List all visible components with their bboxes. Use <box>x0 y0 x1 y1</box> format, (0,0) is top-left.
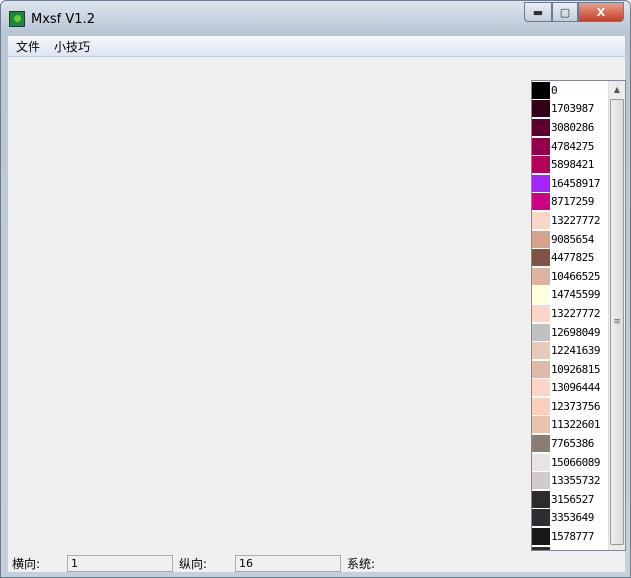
menu-bar: 文件 小技巧 <box>8 36 625 57</box>
color-value: 10466525 <box>551 269 600 283</box>
color-swatch <box>532 379 550 397</box>
scrollbar[interactable]: ▲ ≡ <box>608 81 625 550</box>
color-value: 5898421 <box>551 158 594 172</box>
maximize-button[interactable]: ▢ <box>552 2 578 22</box>
color-swatch <box>532 453 550 471</box>
menu-file[interactable]: 文件 <box>16 38 40 55</box>
color-swatch <box>532 193 550 211</box>
color-value: 16458917 <box>551 176 600 190</box>
color-value: 12241639 <box>551 344 600 358</box>
color-swatch <box>532 118 550 136</box>
minimize-button[interactable]: ▬ <box>524 2 552 22</box>
app-icon <box>9 11 25 27</box>
color-swatch <box>532 342 550 360</box>
color-value: 13355732 <box>551 474 600 488</box>
color-value: 11322601 <box>551 418 600 432</box>
system-label: 系统: <box>347 556 376 571</box>
scroll-thumb[interactable]: ≡ <box>610 99 624 545</box>
color-value: 3222319 <box>551 549 594 550</box>
color-swatch <box>532 267 550 285</box>
color-swatch <box>532 137 550 155</box>
color-value: 3080286 <box>551 120 594 134</box>
color-swatch <box>532 360 550 378</box>
color-value: 1703987 <box>551 102 594 116</box>
color-value: 3156527 <box>551 492 594 506</box>
color-swatch <box>532 211 550 229</box>
horizontal-field[interactable]: 1 <box>67 554 173 572</box>
color-value: 3353649 <box>551 511 594 525</box>
vertical-label: 纵向: <box>179 556 208 571</box>
color-swatch <box>532 509 550 527</box>
color-swatch <box>532 304 550 322</box>
color-swatch <box>532 472 550 490</box>
color-value: 14745599 <box>551 288 600 302</box>
window-title: Mxsf V1.2 <box>31 11 95 27</box>
status-bar: 横向: 1 纵向: 16 系统: <box>8 554 625 572</box>
color-swatch <box>532 397 550 415</box>
color-value: 9085654 <box>551 232 594 246</box>
title-bar: Mxsf V1.2 <box>9 9 95 29</box>
color-value: 13227772 <box>551 213 600 227</box>
color-swatch <box>532 323 550 341</box>
color-value: 12698049 <box>551 325 600 339</box>
color-swatch <box>532 546 550 550</box>
color-swatch <box>532 286 550 304</box>
color-value: 4477825 <box>551 251 594 265</box>
color-swatch <box>532 249 550 267</box>
scroll-up-icon[interactable]: ▲ <box>609 81 625 98</box>
color-value: 7765386 <box>551 437 594 451</box>
color-value: 12373756 <box>551 399 600 413</box>
color-value: 10926815 <box>551 362 600 376</box>
color-swatch <box>532 435 550 453</box>
close-button[interactable]: X <box>578 2 624 22</box>
color-value: 8717259 <box>551 195 594 209</box>
color-swatch <box>532 100 550 118</box>
color-value: 1578777 <box>551 530 594 544</box>
app-window: Mxsf V1.2 ▬ ▢ X 文件 小技巧 0 1703987 3080286 47… <box>0 0 631 578</box>
color-value: 13227772 <box>551 306 600 320</box>
client-area: 0 1703987 3080286 4784275 5898421 16458917 871… <box>8 57 626 572</box>
color-value: 0 <box>551 83 558 97</box>
color-value: 4784275 <box>551 139 594 153</box>
color-value: 13096444 <box>551 381 600 395</box>
color-swatch <box>532 174 550 192</box>
color-value: 15066089 <box>551 455 600 469</box>
color-list[interactable]: 0 1703987 3080286 4784275 5898421 16458917 871… <box>531 80 626 551</box>
color-swatch <box>532 528 550 546</box>
vertical-field[interactable]: 16 <box>235 554 341 572</box>
color-swatch <box>532 490 550 508</box>
color-swatch <box>532 230 550 248</box>
color-swatch <box>532 416 550 434</box>
horizontal-label: 横向: <box>12 556 41 571</box>
menu-tips[interactable]: 小技巧 <box>54 38 90 55</box>
color-swatch <box>532 81 550 99</box>
color-swatch <box>532 156 550 174</box>
